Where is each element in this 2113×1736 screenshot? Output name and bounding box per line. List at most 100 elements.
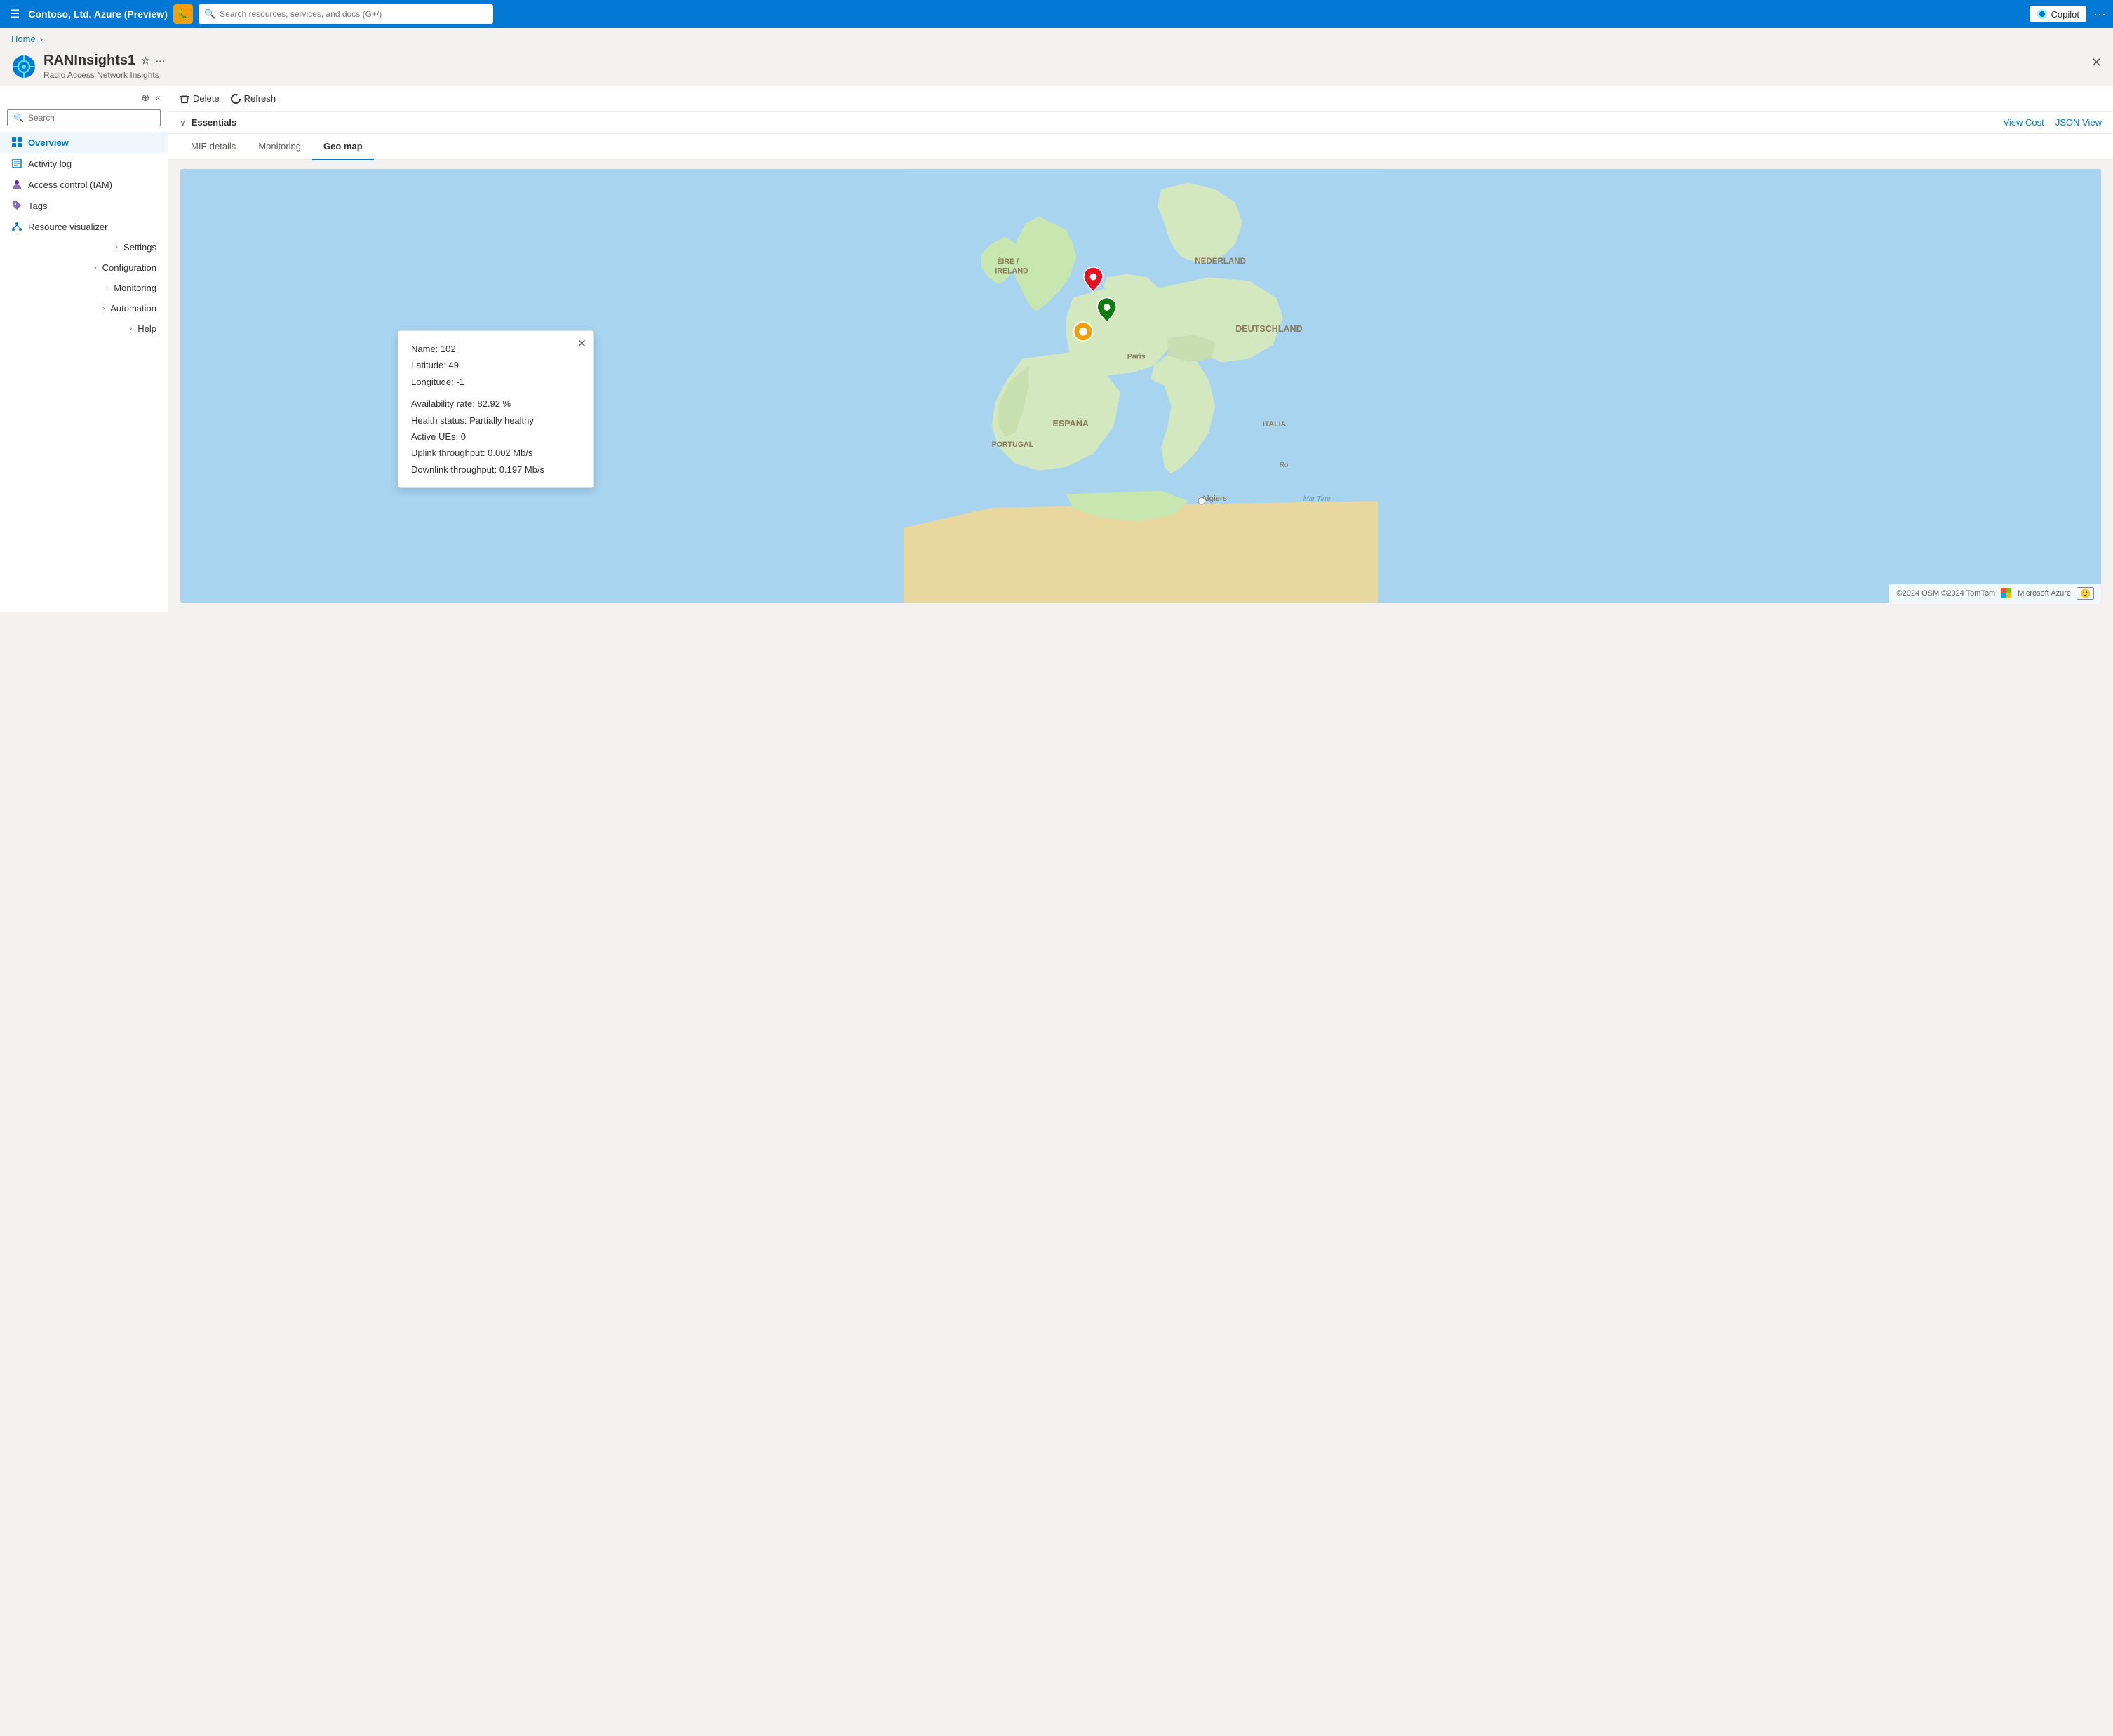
sidebar-search-input[interactable] (28, 113, 154, 123)
resource-title-block: RANInsights1 ☆ ··· Radio Access Network … (43, 53, 2102, 80)
map-footer: ©2024 OSM ©2024 TomTom Microsoft Azure 🙂 (1889, 584, 2101, 603)
main-layout: ⊕ « 🔍 Overview Activity log Access contr… (0, 86, 2113, 612)
svg-text:Ro: Ro (1280, 462, 1288, 469)
svg-text:NEDERLAND: NEDERLAND (1195, 257, 1246, 266)
sidebar-item-label: Access control (IAM) (28, 180, 112, 190)
algiers-marker (1198, 497, 1205, 504)
refresh-icon (231, 94, 241, 104)
right-panel: Delete Refresh ∨ Essentials View Cost JS… (168, 86, 2113, 612)
map-pin-orange-group (1073, 322, 1092, 341)
breadcrumb-separator: › (40, 34, 43, 44)
help-chevron-icon: › (130, 325, 132, 332)
tabs-bar: MIE details Monitoring Geo map (168, 134, 2113, 160)
essentials-chevron-icon[interactable]: ∨ (180, 118, 186, 128)
sidebar-item-label: Overview (28, 137, 69, 148)
essentials-right-links: View Cost JSON View (2003, 117, 2102, 128)
overview-icon (11, 137, 22, 148)
map-popup: ✕ Name: 102 Latitude: 49 Longitude: -1 A… (398, 330, 594, 488)
svg-text:Algiers: Algiers (1202, 494, 1227, 503)
svg-text:ÉIRE /: ÉIRE / (997, 257, 1019, 266)
more-options-title-icon[interactable]: ··· (156, 55, 166, 67)
sidebar-item-help[interactable]: › Help (0, 318, 168, 339)
svg-text:Mar Tirre: Mar Tirre (1303, 495, 1331, 503)
tab-mie-details[interactable]: MIE details (180, 134, 247, 160)
popup-uplink: Uplink throughput: 0.002 Mb/s (411, 445, 581, 461)
popup-name: Name: 102 (411, 341, 581, 357)
iam-icon (11, 179, 22, 190)
global-search-input[interactable] (220, 9, 488, 19)
org-name: Contoso, Ltd. Azure (Preview) (28, 8, 168, 20)
popup-health: Health status: Partially healthy (411, 412, 581, 429)
sidebar-item-label: Resource visualizer (28, 222, 107, 232)
svg-text:ESPAÑA: ESPAÑA (1052, 418, 1088, 429)
sidebar-item-monitoring[interactable]: › Monitoring (0, 278, 168, 298)
activity-log-icon (11, 158, 22, 169)
delete-button[interactable]: Delete (180, 93, 220, 104)
map-container[interactable]: ÉIRE / IRELAND NEDERLAND DEUTSCHLAND ESP… (180, 168, 2102, 603)
sidebar-item-activity-log[interactable]: Activity log (0, 153, 168, 174)
tab-monitoring[interactable]: Monitoring (247, 134, 312, 160)
sidebar-item-iam[interactable]: Access control (IAM) (0, 174, 168, 195)
global-search-bar[interactable]: 🔍 (199, 4, 493, 24)
map-copyright: ©2024 OSM ©2024 TomTom (1896, 589, 1995, 598)
popup-active-ues: Active UEs: 0 (411, 429, 581, 445)
sidebar-search[interactable]: 🔍 (7, 109, 161, 126)
map-smiley-icon[interactable]: 🙂 (2077, 587, 2094, 600)
copilot-button[interactable]: Copilot (2030, 6, 2086, 22)
title-actions: ☆ ··· (141, 55, 166, 67)
copilot-logo-icon (2037, 8, 2048, 20)
sidebar-top-icons: ⊕ « (0, 92, 168, 107)
close-button[interactable]: ✕ (2091, 55, 2102, 70)
refresh-button[interactable]: Refresh (231, 93, 276, 104)
view-cost-link[interactable]: View Cost (2003, 117, 2044, 128)
sidebar-search-icon: 🔍 (13, 113, 24, 123)
resource-type-icon (11, 54, 36, 79)
json-view-link[interactable]: JSON View (2055, 117, 2102, 128)
sidebar: ⊕ « 🔍 Overview Activity log Access contr… (0, 86, 168, 612)
sidebar-item-label: Monitoring (114, 283, 156, 293)
search-icon: 🔍 (204, 8, 215, 20)
map-brand: Microsoft Azure (2018, 589, 2071, 598)
breadcrumb: Home › (0, 28, 2113, 50)
svg-text:Paris: Paris (1127, 352, 1146, 361)
automation-chevron-icon: › (102, 304, 105, 312)
hamburger-menu[interactable]: ☰ (7, 4, 22, 24)
sidebar-item-configuration[interactable]: › Configuration (0, 257, 168, 278)
resource-title: RANInsights1 ☆ ··· (43, 53, 2102, 69)
popup-close-button[interactable]: ✕ (577, 337, 586, 351)
bug-icon: 🐛 (173, 4, 193, 24)
sidebar-item-automation[interactable]: › Automation (0, 298, 168, 318)
sidebar-item-label: Settings (123, 242, 156, 253)
svg-text:PORTUGAL: PORTUGAL (992, 440, 1034, 449)
sidebar-item-label: Configuration (102, 262, 156, 273)
svg-text:DEUTSCHLAND: DEUTSCHLAND (1235, 324, 1303, 334)
popup-downlink: Downlink throughput: 0.197 Mb/s (411, 462, 581, 478)
sidebar-item-settings[interactable]: › Settings (0, 237, 168, 257)
sidebar-item-label: Tags (28, 201, 47, 211)
tab-geo-map[interactable]: Geo map (312, 134, 374, 160)
tags-icon (11, 200, 22, 211)
home-breadcrumb[interactable]: Home (11, 34, 36, 44)
resource-header: RANInsights1 ☆ ··· Radio Access Network … (0, 50, 2113, 86)
resource-subtitle: Radio Access Network Insights (43, 70, 2102, 80)
top-navigation-bar: ☰ Contoso, Ltd. Azure (Preview) 🐛 🔍 Copi… (0, 0, 2113, 28)
delete-icon (180, 94, 189, 104)
monitoring-chevron-icon: › (106, 284, 108, 292)
essentials-label: Essentials (192, 117, 236, 128)
settings-chevron-icon: › (116, 243, 118, 251)
essentials-bar: ∨ Essentials View Cost JSON View (168, 112, 2113, 134)
sidebar-item-visualizer[interactable]: Resource visualizer (0, 216, 168, 237)
popup-latitude: Latitude: 49 (411, 357, 581, 373)
microsoft-logo (2001, 588, 2012, 599)
favorite-star-icon[interactable]: ☆ (141, 55, 150, 67)
top-bar-right-actions: Copilot ··· (2030, 6, 2106, 22)
popup-availability: Availability rate: 82.92 % (411, 396, 581, 412)
svg-text:IRELAND: IRELAND (995, 267, 1028, 276)
sidebar-collapse-icon[interactable]: « (155, 92, 161, 104)
popup-longitude: Longitude: -1 (411, 374, 581, 390)
sidebar-pin-icon[interactable]: ⊕ (141, 92, 149, 104)
more-options-icon[interactable]: ··· (2093, 7, 2106, 22)
sidebar-item-tags[interactable]: Tags (0, 195, 168, 216)
visualizer-icon (11, 221, 22, 232)
sidebar-item-overview[interactable]: Overview (0, 132, 168, 153)
